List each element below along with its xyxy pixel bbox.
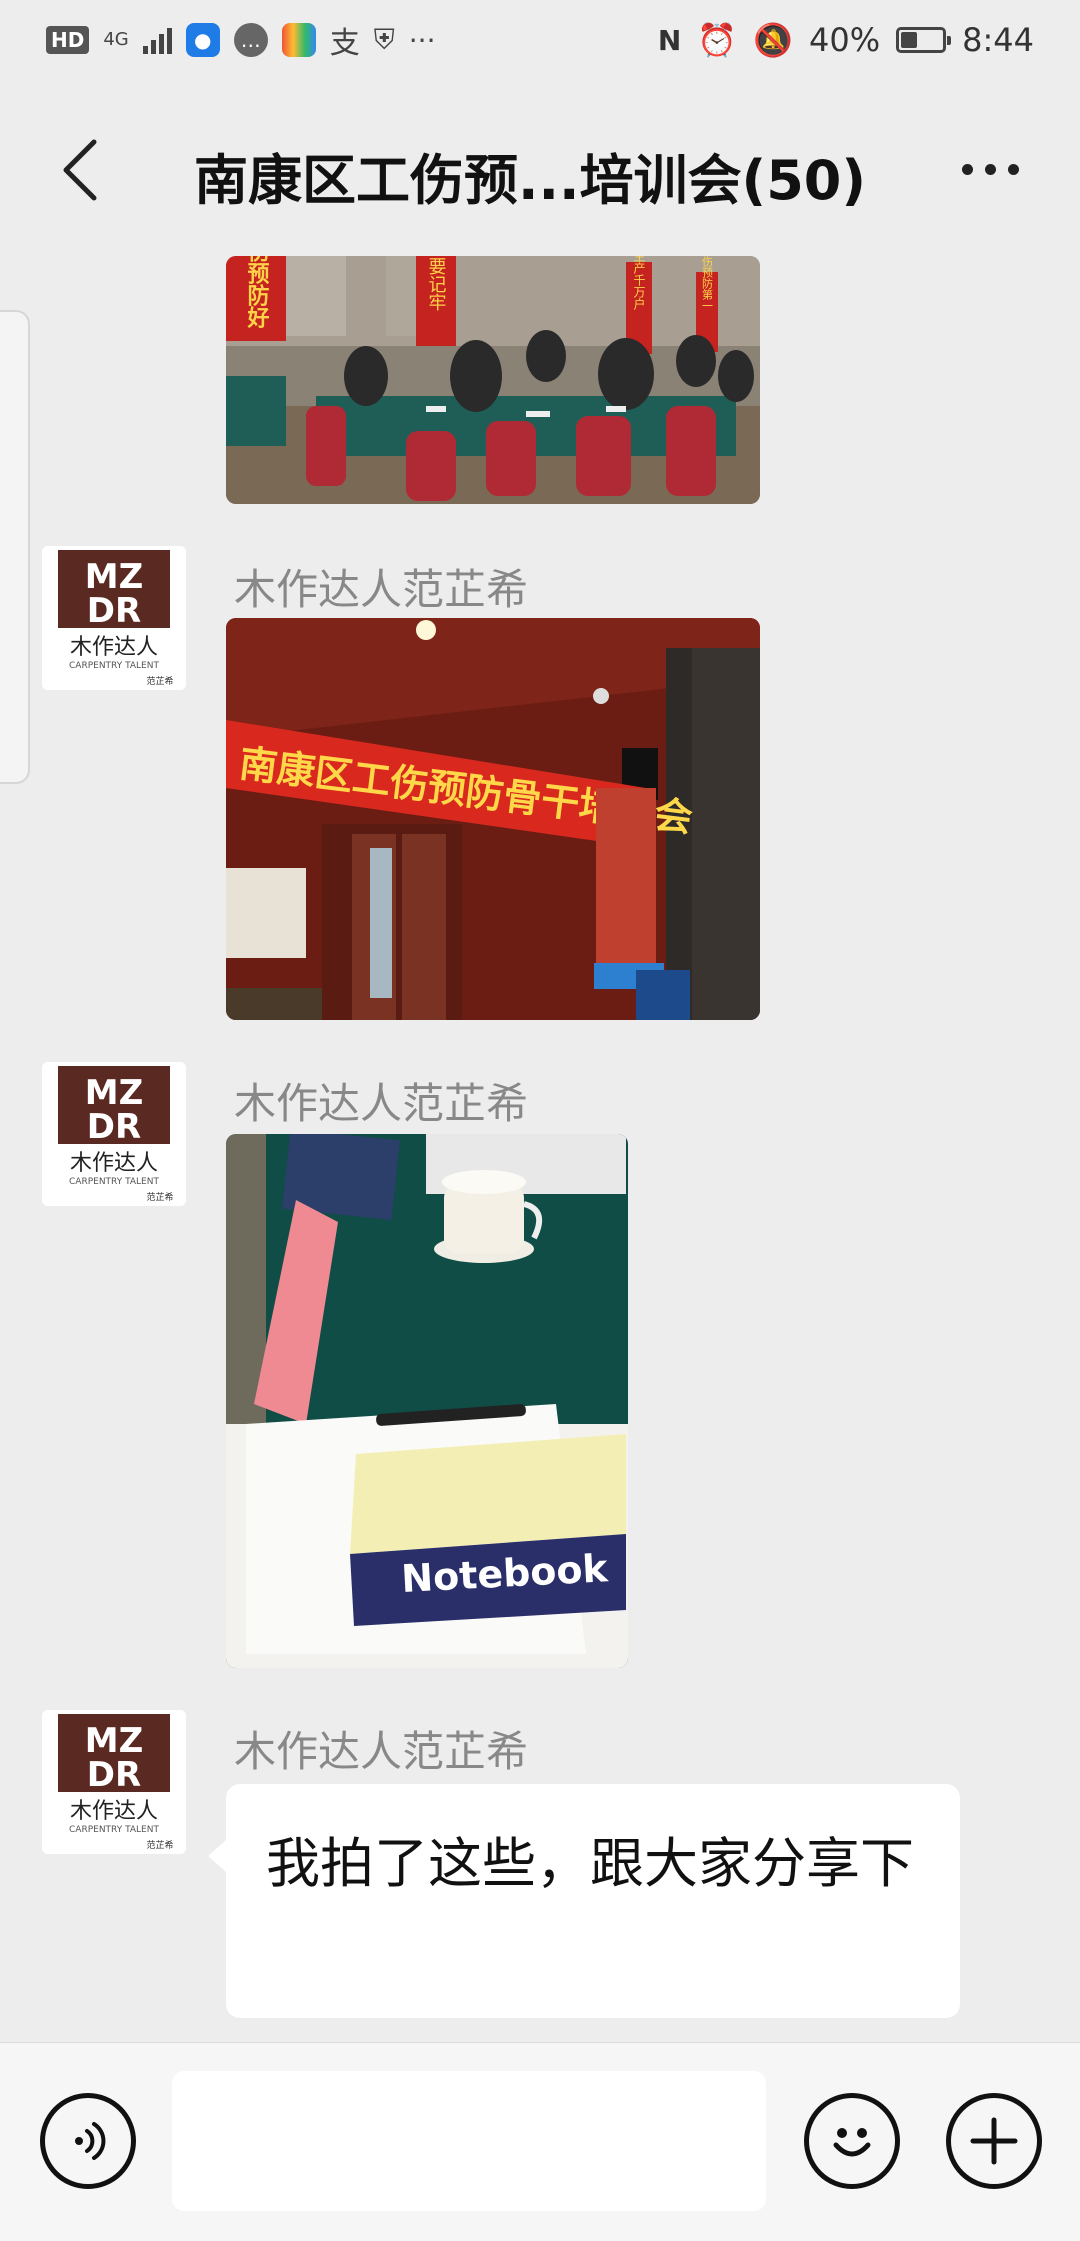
avatar[interactable]: MZ DR 木作达人 CARPENTRY TALENT 范芷希 xyxy=(42,1062,186,1206)
logo-name-cn: 木作达人 xyxy=(70,635,158,660)
logo-name-en: CARPENTRY TALENT xyxy=(69,1825,159,1835)
sender-name: 木作达人范芷希 xyxy=(234,1079,529,1128)
more-icon-dot xyxy=(1007,163,1019,175)
more-dots-icon: ··· xyxy=(408,23,436,57)
table-photo: Notebook xyxy=(226,1134,628,1668)
side-drawer-handle[interactable] xyxy=(0,310,30,784)
sender-name: 木作达人范芷希 xyxy=(234,1727,529,1776)
logo-bottom: DR xyxy=(87,591,141,631)
network-type: 4G xyxy=(103,29,129,50)
message-icon: … xyxy=(233,23,268,57)
text-message-bubble[interactable]: 我拍了这些，跟大家分享下 xyxy=(208,1784,960,2018)
emoji-button[interactable] xyxy=(804,2093,900,2189)
live-app-icon xyxy=(281,23,316,57)
voice-button[interactable] xyxy=(40,2093,136,2189)
banner-4: 工伤预防第一 xyxy=(701,256,714,311)
message-input[interactable] xyxy=(172,2071,766,2211)
banner-1: 伤预防好 xyxy=(244,256,271,329)
logo-signature: 范芷希 xyxy=(146,1191,173,1203)
carpentry-talent-logo: MZ DR 木作达人 CARPENTRY TALENT 范芷希 xyxy=(42,546,186,690)
input-bar xyxy=(0,2042,1080,2241)
alarm-icon: ⏰ xyxy=(697,21,738,59)
banner-3: 安全生产千万户 xyxy=(632,256,646,311)
voice-icon xyxy=(75,2122,106,2160)
status-bar: HD 4G ● … 支 ⛨ ··· N ⏰ 🔕 40% 8:44 xyxy=(0,0,1080,80)
back-button[interactable] xyxy=(40,130,120,210)
logo-name-en: CARPENTRY TALENT xyxy=(69,661,159,671)
sender-name: 木作达人范芷希 xyxy=(234,565,529,614)
battery-icon xyxy=(896,27,952,53)
nfc-icon: N xyxy=(657,23,682,57)
image-message[interactable]: 伤预防好 人人要记牢 安全生产千万户 工伤预防第一 xyxy=(226,256,760,504)
carpentry-talent-logo: MZ DR 木作达人 CARPENTRY TALENT 范芷希 xyxy=(42,1062,186,1206)
app-icon-blue: ● xyxy=(185,23,220,57)
chat-messages[interactable]: 伤预防好 人人要记牢 安全生产千万户 工伤预防第一 MZ DR 木作达人 CAR… xyxy=(0,256,1080,2042)
message-text: 我拍了这些，跟大家分享下 xyxy=(266,1832,914,1895)
logo-name-cn: 木作达人 xyxy=(70,1151,158,1176)
logo-bottom: DR xyxy=(87,1755,141,1795)
image-message[interactable]: 南康区工伤预防骨干培训会 xyxy=(226,618,760,1020)
more-icon-dot xyxy=(961,163,973,175)
chat-header: 南康区工伤预...培训会(50) xyxy=(0,80,1080,256)
alipay-icon: 支 xyxy=(329,26,360,61)
banner-2: 人人要记牢 xyxy=(426,256,447,311)
clock: 8:44 xyxy=(962,21,1034,59)
logo-bottom: DR xyxy=(87,1107,141,1147)
shield-icon: ⛨ xyxy=(373,23,395,56)
logo-name-en: CARPENTRY TALENT xyxy=(69,1177,159,1187)
carpentry-talent-logo: MZ DR 木作达人 CARPENTRY TALENT 范芷希 xyxy=(42,1710,186,1854)
meeting-photo: 伤预防好 人人要记牢 安全生产千万户 工伤预防第一 xyxy=(226,256,760,504)
chat-title: 南康区工伤预...培训会(50) xyxy=(193,149,867,212)
emoji-icon xyxy=(833,2128,871,2157)
avatar[interactable]: MZ DR 木作达人 CARPENTRY TALENT 范芷希 xyxy=(42,1710,186,1854)
logo-name-cn: 木作达人 xyxy=(70,1799,158,1824)
plus-button[interactable] xyxy=(946,2093,1042,2189)
banner-photo: 南康区工伤预防骨干培训会 xyxy=(226,618,760,1020)
plus-icon xyxy=(970,2117,1018,2165)
battery-percent: 40% xyxy=(809,21,881,59)
logo-signature: 范芷希 xyxy=(146,1839,173,1851)
more-options-button[interactable] xyxy=(940,134,1040,204)
back-arrow-icon xyxy=(63,139,97,201)
mute-bell-icon: 🔕 xyxy=(753,21,794,59)
signal-icon xyxy=(142,26,172,54)
image-message[interactable]: Notebook xyxy=(226,1134,628,1668)
hd-icon: HD xyxy=(46,26,90,54)
logo-signature: 范芷希 xyxy=(146,675,173,687)
avatar[interactable]: MZ DR 木作达人 CARPENTRY TALENT 范芷希 xyxy=(42,546,186,690)
more-icon-dot xyxy=(984,163,996,175)
